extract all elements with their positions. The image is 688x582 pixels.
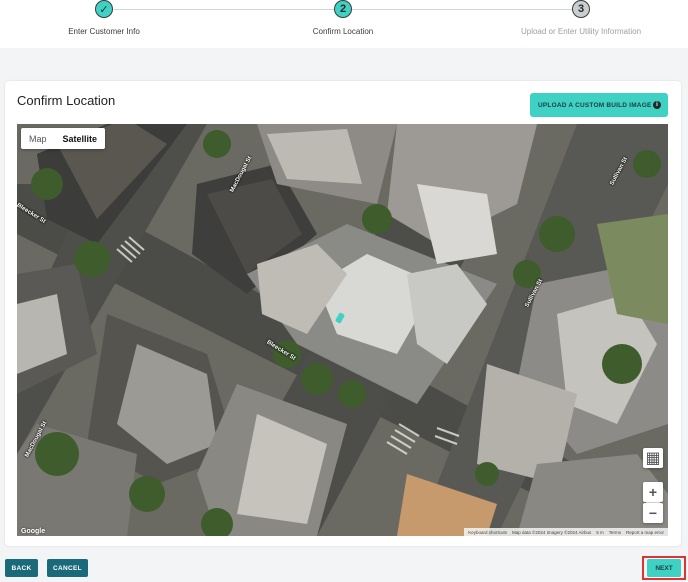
back-button[interactable]: BACK — [5, 559, 38, 577]
map-type-control: Map Satellite — [21, 128, 106, 149]
page-title: Confirm Location — [17, 93, 116, 108]
step-2-label: Confirm Location — [312, 27, 374, 36]
step-2-number: 2 — [339, 3, 347, 15]
step-1-label: Enter Customer Info — [68, 27, 140, 36]
progress-stepper: ✓ Enter Customer Info 2 Confirm Location… — [0, 0, 688, 48]
satellite-map[interactable]: MacDougal St Bleecker St Sullivan St Sul… — [17, 124, 668, 536]
step-2-active-circle: 2 — [334, 0, 352, 18]
map-attribution: Keyboard shortcuts Map data ©2024 Imager… — [464, 528, 668, 536]
zoom-in-button[interactable]: + — [643, 482, 663, 502]
step-3-number: 3 — [577, 3, 585, 15]
info-icon[interactable]: i — [653, 101, 661, 109]
keyboard-shortcuts-link[interactable]: Keyboard shortcuts — [468, 530, 507, 535]
cancel-button[interactable]: CANCEL — [47, 559, 88, 577]
terms-link[interactable]: Terms — [609, 530, 621, 535]
map-scale[interactable]: 5 m — [596, 530, 604, 535]
step-connector — [114, 9, 334, 10]
confirm-location-card: Confirm Location UPLOAD A CUSTOM BUILD I… — [5, 81, 681, 546]
step-connector — [352, 9, 572, 10]
layers-icon[interactable]: ▦ — [643, 448, 663, 468]
google-logo: Google — [21, 528, 46, 535]
report-map-error-link[interactable]: Report a map error — [626, 530, 664, 535]
satellite-imagery — [17, 124, 668, 536]
map-type-satellite-button[interactable]: Satellite — [55, 128, 106, 149]
check-icon: ✓ — [99, 3, 109, 16]
step-1-complete-circle: ✓ — [95, 0, 113, 18]
step-3-label: Upload or Enter Utility Information — [520, 27, 642, 36]
upload-button-label: UPLOAD A CUSTOM BUILD IMAGE — [538, 101, 652, 109]
step-3-pending-circle: 3 — [572, 0, 590, 18]
zoom-out-button[interactable]: − — [643, 503, 663, 523]
map-type-map-button[interactable]: Map — [21, 128, 55, 149]
upload-custom-build-image-button[interactable]: UPLOAD A CUSTOM BUILD IMAGE i — [530, 93, 668, 117]
map-data-credit: Map data ©2024 Imagery ©2024 Airbus — [512, 529, 592, 535]
next-button[interactable]: NEXT — [647, 559, 681, 577]
